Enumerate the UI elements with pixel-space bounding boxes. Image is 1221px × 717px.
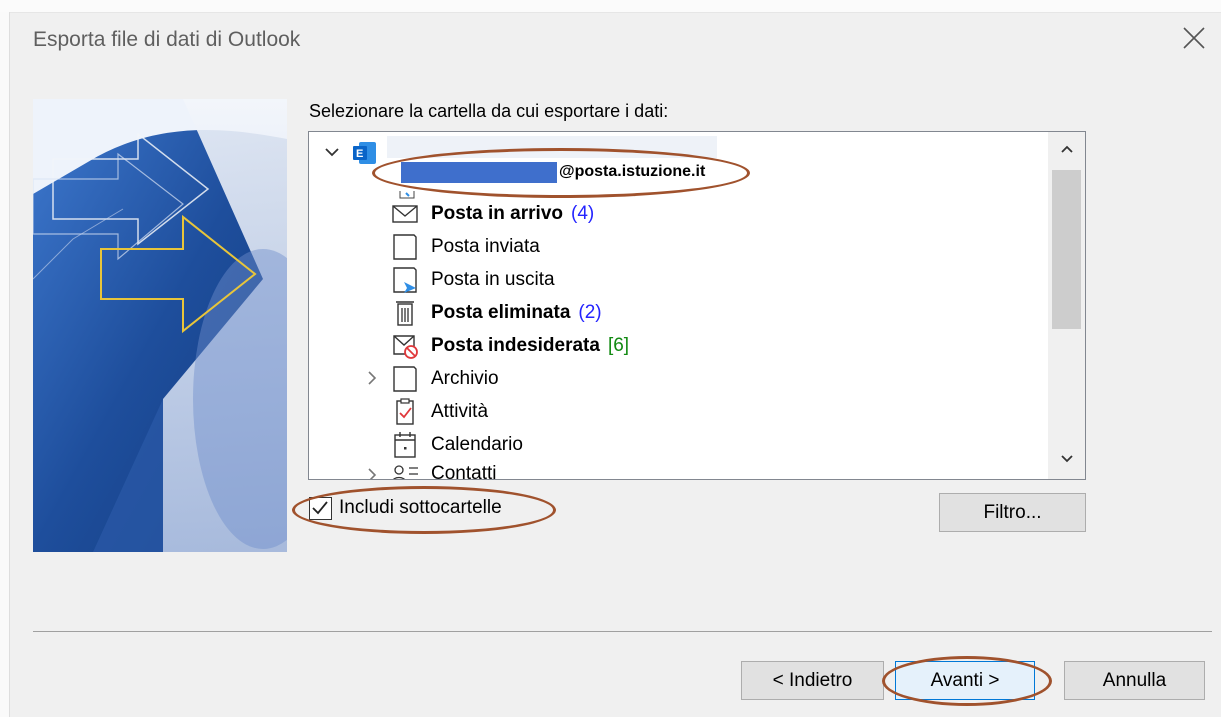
tree-item-posta-in-arrivo[interactable]: Posta in arrivo (4)	[385, 198, 594, 229]
tree-item-label: Archivio	[431, 367, 499, 389]
folder-icon	[385, 363, 425, 394]
cancel-button[interactable]: Annulla	[1064, 661, 1205, 700]
scrollbar-thumb[interactable]	[1052, 170, 1081, 329]
unread-count: (2)	[578, 301, 602, 323]
tree-item-label: Contatti	[431, 462, 497, 480]
exchange-icon: E	[353, 141, 377, 165]
unread-count: (4)	[571, 202, 595, 224]
scroll-down-icon[interactable]	[1058, 450, 1076, 468]
tree-item-attivita[interactable]: Attività	[385, 396, 488, 427]
item-count: [6]	[607, 334, 630, 356]
include-subfolders-label[interactable]: Includi sottocartelle	[339, 497, 502, 519]
tree-item-label: Posta eliminata	[431, 301, 571, 323]
back-button[interactable]: < Indietro	[741, 661, 884, 700]
contacts-icon	[385, 458, 425, 479]
tree-item-archivio[interactable]: Archivio	[385, 363, 499, 394]
scroll-peek-icon	[399, 184, 415, 199]
window-left-edge	[0, 12, 10, 717]
chevron-right-icon[interactable]	[363, 466, 381, 480]
wizard-illustration	[33, 99, 287, 552]
tree-item-label: Posta in arrivo	[431, 202, 563, 224]
close-icon	[1183, 27, 1205, 49]
dialog-title: Esporta file di dati di Outlook	[33, 28, 301, 51]
junk-icon	[385, 330, 425, 361]
trash-icon	[385, 297, 425, 328]
tree-item-label: Attività	[431, 400, 489, 422]
tasks-icon	[385, 396, 425, 427]
close-button[interactable]	[1178, 22, 1210, 54]
next-button[interactable]: Avanti >	[895, 661, 1035, 700]
outbox-icon	[385, 264, 425, 295]
tree-item-contatti[interactable]: Contatti	[385, 458, 497, 480]
tree-scrollbar[interactable]	[1048, 132, 1085, 479]
folder-select-prompt: Selezionare la cartella da cui esportare…	[309, 101, 669, 121]
window-top-edge	[0, 0, 1221, 13]
tree-item-posta-in-uscita[interactable]: Posta in uscita	[385, 264, 555, 295]
tree-item-calendario[interactable]: Calendario	[385, 429, 523, 460]
include-subfolders-checkbox[interactable]	[309, 497, 332, 520]
tree-item-label: Calendario	[431, 433, 523, 455]
folder-tree[interactable]: E @posta.istuzione.it Posta in arrivo (4…	[308, 131, 1086, 480]
checkmark-icon	[312, 501, 328, 515]
filter-button[interactable]: Filtro...	[939, 493, 1086, 532]
calendar-icon	[385, 429, 425, 460]
svg-text:E: E	[356, 148, 363, 160]
account-name-blur	[387, 136, 717, 158]
account-email: @posta.istuzione.it	[559, 163, 706, 180]
chevron-right-icon[interactable]	[363, 369, 381, 387]
footer-separator	[33, 631, 1212, 632]
tree-item-label: Posta in uscita	[431, 268, 555, 290]
inbox-icon	[385, 198, 425, 229]
tree-item-posta-eliminata[interactable]: Posta eliminata (2)	[385, 297, 602, 328]
folder-icon	[385, 231, 425, 262]
chevron-down-icon[interactable]	[323, 143, 341, 161]
tree-item-label: Posta inviata	[431, 235, 540, 257]
scroll-up-icon[interactable]	[1058, 140, 1076, 158]
tree-item-posta-indesiderata[interactable]: Posta indesiderata [6]	[385, 330, 629, 361]
tree-item-posta-inviata[interactable]: Posta inviata	[385, 231, 540, 262]
redacted-email-bar	[401, 162, 557, 183]
tree-item-label: Posta indesiderata	[431, 334, 600, 356]
